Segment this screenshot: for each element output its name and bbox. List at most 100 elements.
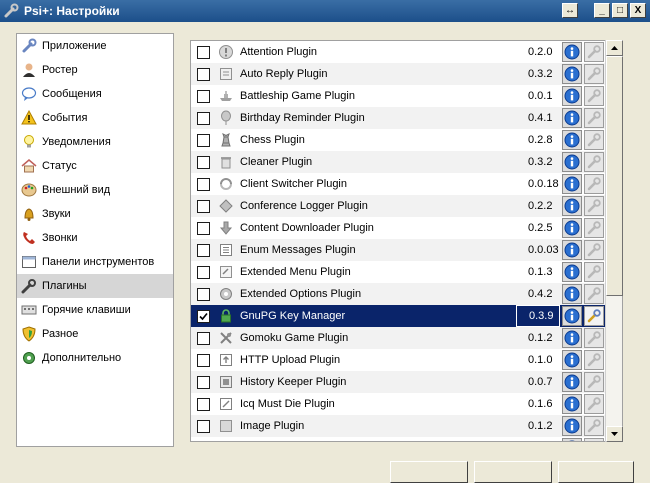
plugin-enable-checkbox[interactable] [197, 353, 210, 367]
plugin-settings-button[interactable] [584, 64, 604, 84]
plugin-info-button[interactable] [562, 416, 582, 436]
nav-item[interactable]: Горячие клавиши [17, 298, 173, 322]
plugin-settings-button[interactable] [584, 372, 604, 392]
plugin-info-button[interactable] [562, 152, 582, 172]
plugin-info-button[interactable] [562, 174, 582, 194]
plugin-row[interactable]: HTTP Upload Plugin 0.1.0 [191, 349, 622, 371]
plugin-row[interactable]: Extended Menu Plugin 0.1.3 [191, 261, 622, 283]
scroll-up-button[interactable] [606, 40, 623, 56]
apply-button[interactable] [474, 461, 552, 483]
plugin-info-button[interactable] [562, 284, 582, 304]
plugin-info-button[interactable] [562, 306, 582, 326]
plugin-info-button[interactable] [562, 438, 582, 441]
plugin-settings-button[interactable] [584, 196, 604, 216]
plugin-settings-button[interactable] [584, 284, 604, 304]
nav-item[interactable]: События [17, 106, 173, 130]
plugin-settings-button[interactable] [584, 108, 604, 128]
plugin-enable-checkbox[interactable] [197, 419, 210, 433]
plugin-info-button[interactable] [562, 42, 582, 62]
plugin-info-button[interactable] [562, 350, 582, 370]
plugin-enable-checkbox[interactable] [197, 89, 210, 103]
plugin-enable-checkbox[interactable] [197, 177, 210, 191]
plugin-settings-button[interactable] [584, 394, 604, 414]
nav-item[interactable]: Сообщения [17, 82, 173, 106]
nav-item[interactable]: Звуки [17, 202, 173, 226]
plugin-info-button[interactable] [562, 328, 582, 348]
plugin-info-button[interactable] [562, 196, 582, 216]
plugin-row[interactable]: Auto Reply Plugin 0.3.2 [191, 63, 622, 85]
plugin-enable-checkbox[interactable] [197, 155, 210, 169]
plugin-row[interactable]: Battleship Game Plugin 0.0.1 [191, 85, 622, 107]
nav-item[interactable]: Ростер [17, 58, 173, 82]
plugin-settings-button[interactable] [584, 328, 604, 348]
plugin-enable-checkbox[interactable] [197, 265, 210, 279]
plugin-enable-checkbox[interactable] [197, 67, 210, 81]
plugin-settings-button[interactable] [584, 130, 604, 150]
plugin-settings-button[interactable] [584, 174, 604, 194]
cancel-button[interactable] [558, 461, 634, 483]
plugin-info-button[interactable] [562, 64, 582, 84]
close-button[interactable]: X [630, 3, 646, 18]
plugin-enable-checkbox[interactable] [197, 45, 210, 59]
plugin-settings-button[interactable] [584, 262, 604, 282]
plugin-row[interactable]: Content Downloader Plugin 0.2.5 [191, 217, 622, 239]
nav-item[interactable]: Статус [17, 154, 173, 178]
plugin-row[interactable]: Extended Options Plugin 0.4.2 [191, 283, 622, 305]
plugin-info-button[interactable] [562, 394, 582, 414]
plugin-enable-checkbox[interactable] [197, 133, 210, 147]
plugin-info-button[interactable] [562, 240, 582, 260]
plugin-enable-checkbox[interactable] [197, 309, 210, 323]
plugin-enable-checkbox[interactable] [197, 199, 210, 213]
plugin-info-button[interactable] [562, 218, 582, 238]
plugin-enable-checkbox[interactable] [197, 375, 210, 389]
plugin-row[interactable]: GnuPG Key Manager 0.3.9 [191, 305, 622, 327]
plugin-settings-button[interactable] [584, 152, 604, 172]
plugin-enable-checkbox[interactable] [197, 397, 210, 411]
nav-item[interactable]: Разное [17, 322, 173, 346]
plugin-settings-button[interactable] [584, 42, 604, 62]
nav-item[interactable]: Уведомления [17, 130, 173, 154]
plugin-enable-checkbox[interactable] [197, 243, 210, 257]
plugin-settings-button[interactable] [584, 218, 604, 238]
plugin-row[interactable]: Icq Must Die Plugin 0.1.6 [191, 393, 622, 415]
nav-item[interactable]: Приложение [17, 34, 173, 58]
plugin-row[interactable]: Birthday Reminder Plugin 0.4.1 [191, 107, 622, 129]
plugin-row[interactable]: Conference Logger Plugin 0.2.2 [191, 195, 622, 217]
plugin-settings-button[interactable] [584, 416, 604, 436]
plugin-list-scrollbar[interactable] [605, 40, 623, 442]
plugin-settings-button[interactable] [584, 240, 604, 260]
nav-item[interactable]: Плагины [17, 274, 173, 298]
plugin-row[interactable]: Enum Messages Plugin 0.0.03 [191, 239, 622, 261]
plugin-row[interactable]: 0.1.1 [191, 437, 622, 443]
plugin-info-button[interactable] [562, 86, 582, 106]
scroll-down-button[interactable] [606, 426, 623, 442]
plugin-settings-button[interactable] [584, 350, 604, 370]
plugin-settings-button[interactable] [584, 306, 604, 326]
plugin-row[interactable]: Attention Plugin 0.2.0 [191, 41, 622, 63]
plugin-row[interactable]: Cleaner Plugin 0.3.2 [191, 151, 622, 173]
nav-item[interactable]: Дополнительно [17, 346, 173, 370]
plugin-row[interactable]: Chess Plugin 0.2.8 [191, 129, 622, 151]
plugin-enable-checkbox[interactable] [197, 111, 210, 125]
resize-button[interactable]: ↔ [562, 3, 578, 18]
plugin-enable-checkbox[interactable] [197, 331, 210, 345]
plugin-info-button[interactable] [562, 108, 582, 128]
nav-item[interactable]: Панели инструментов [17, 250, 173, 274]
ok-button[interactable] [390, 461, 468, 483]
nav-item[interactable]: Внешний вид [17, 178, 173, 202]
plugin-settings-button[interactable] [584, 438, 604, 441]
plugin-row[interactable]: Image Plugin 0.1.2 [191, 415, 622, 437]
minimize-button[interactable]: _ [594, 3, 610, 18]
plugin-enable-checkbox[interactable] [197, 442, 210, 443]
nav-item[interactable]: Звонки [17, 226, 173, 250]
plugin-info-button[interactable] [562, 262, 582, 282]
plugin-row[interactable]: Gomoku Game Plugin 0.1.2 [191, 327, 622, 349]
plugin-settings-button[interactable] [584, 86, 604, 106]
plugin-row[interactable]: Client Switcher Plugin 0.0.18 [191, 173, 622, 195]
plugin-enable-checkbox[interactable] [197, 287, 210, 301]
plugin-enable-checkbox[interactable] [197, 221, 210, 235]
plugin-info-button[interactable] [562, 372, 582, 392]
scrollbar-thumb[interactable] [606, 56, 623, 296]
plugin-row[interactable]: History Keeper Plugin 0.0.7 [191, 371, 622, 393]
maximize-button[interactable]: □ [612, 3, 628, 18]
